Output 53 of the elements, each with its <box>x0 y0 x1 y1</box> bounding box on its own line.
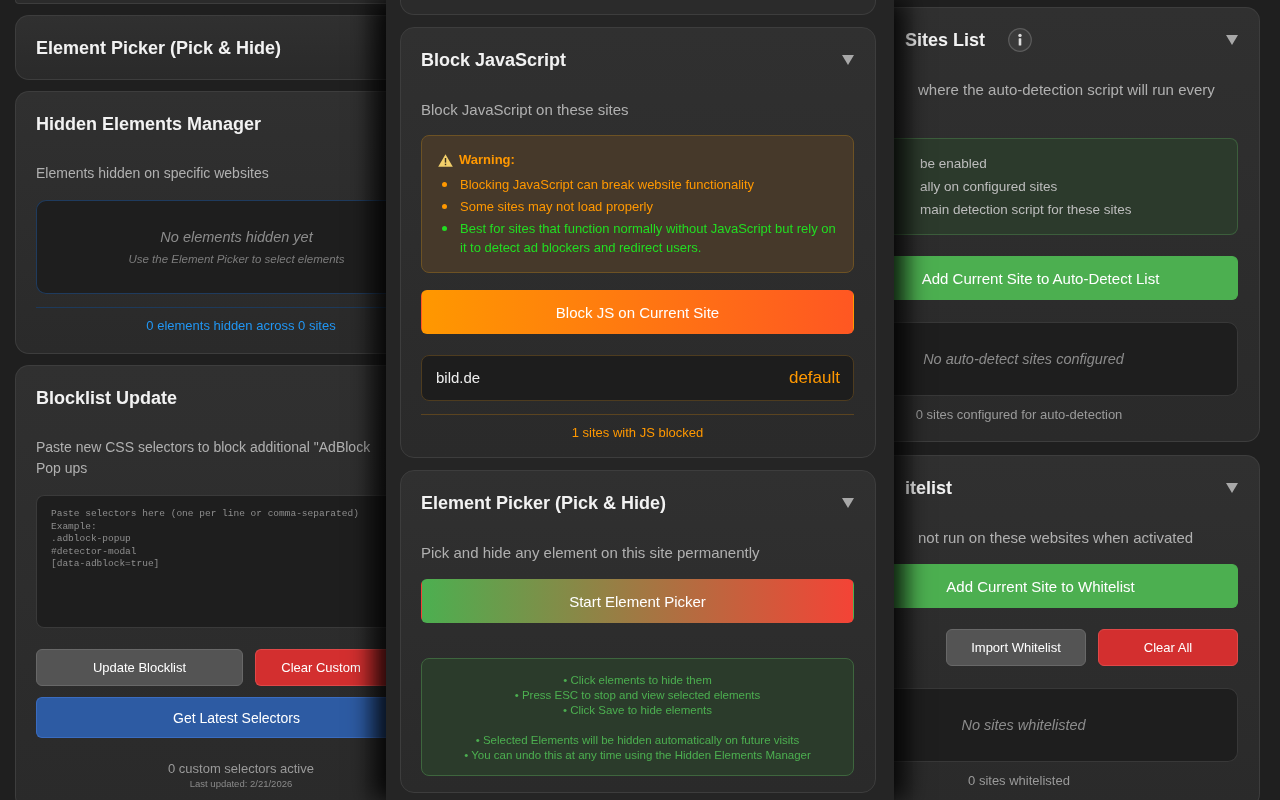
tip-text: • Click elements to hide them <box>563 673 712 688</box>
card-title: Sites List <box>905 29 986 52</box>
tip-text: • Selected Elements will be hidden automatically on future visits <box>475 733 800 748</box>
summary-text: 0 custom selectors active <box>168 761 314 777</box>
import-whitelist-button[interactable]: Import Whitelist <box>946 629 1086 666</box>
selector-input[interactable]: Paste selectors here (one per line or comma-separated) Example: .adblock-popup #detector-modal [data-adblock=true] <box>36 495 386 628</box>
card-title: Hidden Elements Manager <box>36 113 262 136</box>
card-description: Pick and hide any element on this site permanently <box>421 543 761 563</box>
warning-text: Blocking JavaScript can break website functionality <box>460 176 755 194</box>
add-current-site-to-auto-detect-list-button[interactable]: Add Current Site to Auto-Detect List <box>894 256 1238 300</box>
summary-text: 0 sites configured for auto-detection <box>915 407 1123 423</box>
chevron-down-icon[interactable] <box>842 55 854 65</box>
clear-custom-button[interactable]: Clear Custom <box>255 649 386 686</box>
chevron-down-icon[interactable] <box>842 498 854 508</box>
clear-all-button[interactable]: Clear All <box>1098 629 1238 666</box>
card-title: Blocklist Update <box>36 387 178 410</box>
warning-title: Warning: <box>459 151 515 169</box>
start-element-picker-button[interactable]: Start Element Picker <box>421 579 854 623</box>
card-title: itelist <box>905 477 952 500</box>
card-description: Block JavaScript on these sites <box>421 100 630 120</box>
tip-text: • Press ESC to stop and view selected elements <box>514 688 761 703</box>
block-js-on-current-site-button[interactable]: Block JS on Current Site <box>421 290 854 334</box>
card-title: Element Picker (Pick & Hide) <box>36 37 282 60</box>
note-text: main detection script for these sites <box>920 201 1133 219</box>
tip-text: • You can undo this at any time using the Hidden Elements Manager <box>464 748 811 763</box>
card-description: where the auto-detection script will run every <box>917 80 1216 100</box>
card-description: Elements hidden on specific websites <box>36 164 270 183</box>
empty-state-title: No sites whitelisted <box>961 716 1086 735</box>
card-title: Element Picker (Pick & Hide) <box>421 492 667 515</box>
update-blocklist-button[interactable]: Update Blocklist <box>36 649 243 686</box>
note-text: ally on configured sites <box>920 178 1059 196</box>
warning-text: Best for sites that function normally without JavaScript but rely on it to detect ad blockers and redirect users. <box>460 220 837 257</box>
chevron-down-icon[interactable] <box>1226 35 1238 45</box>
empty-state-hint: Use the Element Picker to select elements <box>128 252 345 267</box>
last-updated-text: Last updated: 2/21/2026 <box>189 777 293 790</box>
summary-text: 0 elements hidden across 0 sites <box>146 318 336 334</box>
card-description: not run on these websites when activated <box>917 528 1195 548</box>
summary-text: 0 sites whitelisted <box>968 773 1070 789</box>
info-icon[interactable] <box>1008 28 1033 52</box>
site-tag: default <box>788 367 840 389</box>
card-title: Block JavaScript <box>421 49 567 72</box>
get-latest-selectors-button[interactable]: Get Latest Selectors <box>36 697 386 738</box>
chevron-down-icon[interactable] <box>1226 483 1238 493</box>
warning-text: Some sites may not load properly <box>460 198 653 216</box>
site-name: bild.de <box>436 368 481 388</box>
tip-text: • Click Save to hide elements <box>562 703 713 718</box>
add-current-site-to-whitelist-button[interactable]: Add Current Site to Whitelist <box>894 564 1238 608</box>
note-text: be enabled <box>920 155 988 173</box>
warning-icon <box>438 153 453 167</box>
card-description: Paste new CSS selectors to block additional "AdBlock Pop ups <box>36 438 372 478</box>
empty-state-title: No auto-detect sites configured <box>923 350 1124 369</box>
empty-state-title: No elements hidden yet <box>160 228 313 247</box>
summary-text: 1 sites with JS blocked <box>571 425 704 441</box>
